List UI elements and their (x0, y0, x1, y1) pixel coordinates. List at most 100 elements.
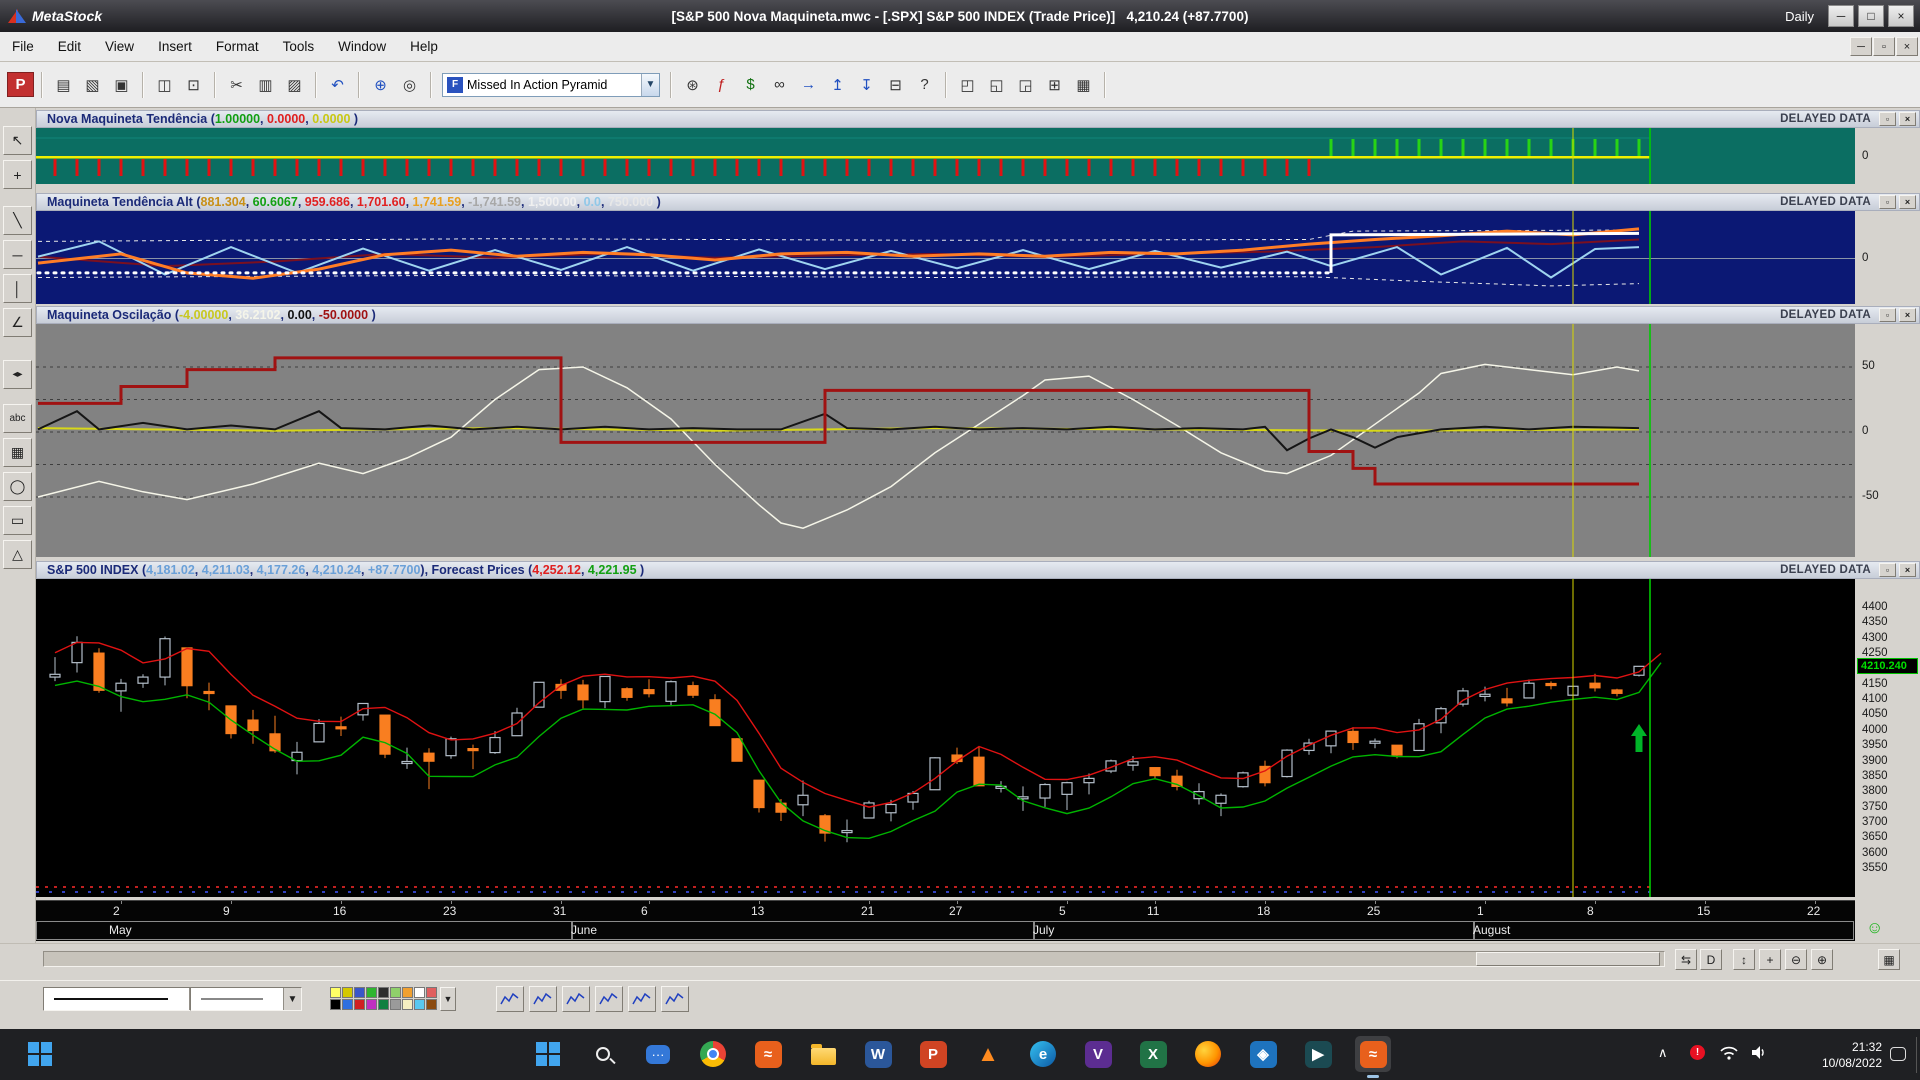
menu-view[interactable]: View (93, 34, 146, 59)
pointer-tool[interactable]: ↖ (3, 126, 32, 155)
color-swatch-17[interactable] (414, 999, 425, 1010)
tendencia-alt-panel-plot[interactable] (36, 211, 1855, 304)
globe-icon[interactable]: ⊛ (679, 72, 706, 97)
color-swatch-11[interactable] (342, 999, 353, 1010)
chart-style-6-button[interactable] (661, 986, 689, 1012)
word-icon[interactable]: W (860, 1036, 896, 1072)
edge-icon[interactable]: e (1025, 1036, 1061, 1072)
line-weight-select-arrow-icon[interactable]: ▼ (283, 988, 301, 1010)
paste-icon[interactable]: ▨ (281, 72, 308, 97)
color-swatch-9[interactable] (426, 987, 437, 998)
menu-insert[interactable]: Insert (146, 34, 204, 59)
zoom-out-button[interactable]: ⊖ (1785, 949, 1807, 970)
photos-icon[interactable]: ◈ (1245, 1036, 1281, 1072)
tile-horizontal-icon[interactable]: ◱ (983, 72, 1010, 97)
volume-icon[interactable] (1750, 1045, 1768, 1060)
color-swatch-5[interactable] (378, 987, 389, 998)
chart-style-1-button[interactable] (496, 986, 524, 1012)
save-icon[interactable]: ▣ (108, 72, 135, 97)
palette-dropdown-arrow-icon[interactable]: ▼ (440, 987, 456, 1011)
cut-icon[interactable]: ✂ (223, 72, 250, 97)
color-swatch-2[interactable] (342, 987, 353, 998)
horizontal-line-tool[interactable]: ─ (3, 240, 32, 269)
chrome-icon[interactable] (695, 1036, 731, 1072)
tile-vertical-icon[interactable]: ◲ (1012, 72, 1039, 97)
undo-icon[interactable]: ↶ (324, 72, 351, 97)
print-preview-icon[interactable]: ⊡ (180, 72, 207, 97)
move-chart-button[interactable]: + (1759, 949, 1781, 970)
indicator-quicklist-select[interactable]: FMissed In Action Pyramid▼ (442, 73, 660, 97)
chat-icon[interactable]: ··· (640, 1036, 676, 1072)
tendencia-panel-plot[interactable] (36, 128, 1855, 184)
angle-line-tool[interactable]: ∠ (3, 308, 32, 337)
powerpoint-icon[interactable]: P (915, 1036, 951, 1072)
color-swatch-6[interactable] (390, 987, 401, 998)
tray-alert-icon[interactable]: ! (1690, 1045, 1705, 1060)
open-chart-icon[interactable]: ▧ (79, 72, 106, 97)
mdi-minimize-button[interactable]: ─ (1850, 37, 1872, 56)
arrange-icons-icon[interactable]: ⊞ (1041, 72, 1068, 97)
rectangle-tool[interactable]: ▭ (3, 506, 32, 535)
color-swatch-3[interactable] (354, 987, 365, 998)
metastock-active-icon[interactable]: ≈ (1355, 1036, 1391, 1072)
firefox-icon[interactable] (1190, 1036, 1226, 1072)
help-pointer-icon[interactable]: ? (911, 72, 938, 97)
line-weight-select[interactable]: ▼ (190, 987, 302, 1011)
color-swatch-16[interactable] (402, 999, 413, 1010)
menu-file[interactable]: File (0, 34, 46, 59)
scroll-arrows-tool[interactable]: ◂▸ (3, 360, 32, 389)
tendencia-panel-restore-button[interactable]: ▫ (1879, 112, 1896, 126)
crosshair-tool[interactable]: + (3, 160, 32, 189)
metastock-icon[interactable]: ≈ (750, 1036, 786, 1072)
grid-tool[interactable]: ▦ (3, 438, 32, 467)
show-desktop-edge[interactable] (1916, 1037, 1917, 1073)
tray-expand-chevron-icon[interactable]: ∧ (1658, 1045, 1668, 1061)
new-chart-icon[interactable]: ▤ (50, 72, 77, 97)
expert-advisor-icon[interactable]: → (795, 72, 822, 97)
file-explorer-icon[interactable] (805, 1036, 841, 1072)
chart-hscrollbar[interactable] (43, 951, 1665, 967)
function-icon[interactable]: ƒ (708, 72, 735, 97)
notification-icon[interactable] (1890, 1047, 1906, 1061)
wifi-icon[interactable] (1720, 1045, 1738, 1060)
crosshair-icon[interactable]: ⊕ (367, 72, 394, 97)
color-swatch-15[interactable] (390, 999, 401, 1010)
vlc-cone-icon[interactable]: ▲ (970, 1036, 1006, 1072)
refresh-button[interactable]: ⇆ (1675, 949, 1697, 970)
chart-style-2-button[interactable] (529, 986, 557, 1012)
minimize-button[interactable]: ─ (1828, 5, 1854, 27)
new-window-button[interactable]: ▦ (1878, 949, 1900, 970)
layouts-icon[interactable]: ◫ (151, 72, 178, 97)
upload-icon[interactable]: ↥ (824, 72, 851, 97)
download-icon[interactable]: ↧ (853, 72, 880, 97)
color-swatch-14[interactable] (378, 999, 389, 1010)
color-swatch-8[interactable] (414, 987, 425, 998)
clock[interactable]: 21:3210/08/2022 (1792, 1039, 1882, 1071)
periodicity-daily-button[interactable]: D (1700, 949, 1722, 970)
color-swatch-10[interactable] (330, 999, 341, 1010)
start-button[interactable] (530, 1036, 566, 1072)
visual-studio-icon[interactable]: V (1080, 1036, 1116, 1072)
mdi-close-button[interactable]: × (1896, 37, 1918, 56)
tendencia-panel-close-button[interactable]: × (1899, 112, 1916, 126)
color-swatch-18[interactable] (426, 999, 437, 1010)
system-tester-icon[interactable]: ⊟ (882, 72, 909, 97)
vertical-line-tool[interactable]: │ (3, 274, 32, 303)
trendline-tool[interactable]: ╲ (3, 206, 32, 235)
menu-format[interactable]: Format (204, 34, 271, 59)
chart-style-5-button[interactable] (628, 986, 656, 1012)
price-panel-close-button[interactable]: × (1899, 563, 1916, 577)
color-swatch-4[interactable] (366, 987, 377, 998)
triangle-tool[interactable]: △ (3, 540, 32, 569)
chart-style-3-button[interactable] (562, 986, 590, 1012)
chart-style-4-button[interactable] (595, 986, 623, 1012)
text-tool[interactable]: abc (3, 404, 32, 433)
zoom-icon[interactable]: ◎ (396, 72, 423, 97)
search-button[interactable] (585, 1036, 621, 1072)
chart-hscrollbar-thumb[interactable] (1476, 952, 1660, 966)
zoom-in-button[interactable]: ⊕ (1811, 949, 1833, 970)
line-style-select[interactable]: ▼ (43, 987, 208, 1011)
oscilacao-panel-restore-button[interactable]: ▫ (1879, 308, 1896, 322)
menu-tools[interactable]: Tools (271, 34, 327, 59)
power-console-icon[interactable]: P (7, 72, 34, 97)
